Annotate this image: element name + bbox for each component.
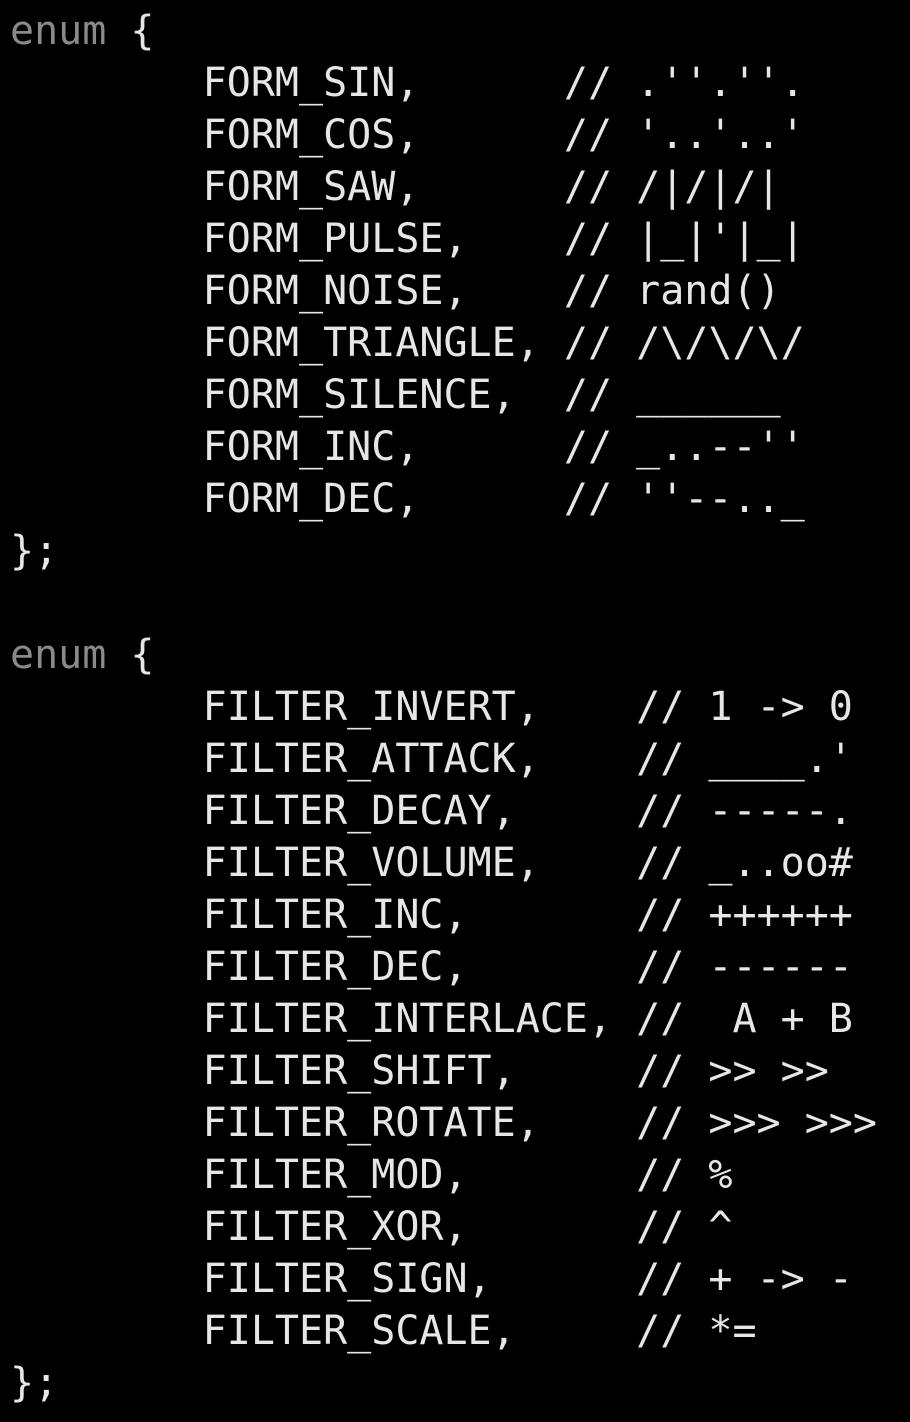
- code-line-filter-dec: FILTER_DEC, // ------: [10, 944, 853, 990]
- code-line-close-filter: };: [10, 1360, 59, 1406]
- code-line-filter-shift: FILTER_SHIFT, // >> >>: [10, 1048, 829, 1094]
- code-line-filter-xor: FILTER_XOR, // ^: [10, 1204, 733, 1250]
- code-line-filter-inc: FILTER_INC, // ++++++: [10, 892, 853, 938]
- code-line-filter-volume: FILTER_VOLUME, // _..oo#: [10, 840, 853, 886]
- code-editor[interactable]: enum { FORM_SIN, // .''.''. FORM_COS, //…: [0, 0, 910, 1422]
- code-line-form-saw: FORM_SAW, // /|/|/|: [10, 164, 781, 210]
- code-line-enum-form: enum {: [10, 5, 910, 57]
- code-line-filter-interlace: FILTER_INTERLACE, // A + B: [10, 996, 853, 1042]
- code-line-filter-mod: FILTER_MOD, // %: [10, 1152, 733, 1198]
- code-line-form-inc: FORM_INC, // _..--'': [10, 424, 805, 470]
- code-line-filter-attack: FILTER_ATTACK, // ____.': [10, 736, 853, 782]
- code-line-filter-rotate: FILTER_ROTATE, // >>> >>>: [10, 1100, 877, 1146]
- code-line-filter-sign: FILTER_SIGN, // + -> -: [10, 1256, 853, 1302]
- code-line-close-form: };: [10, 528, 59, 574]
- code-line-form-cos: FORM_COS, // '..'..': [10, 112, 805, 158]
- enum-keyword: enum: [10, 8, 107, 54]
- code-line-form-sin: FORM_SIN, // .''.''.: [10, 60, 805, 106]
- code-line-form-dec: FORM_DEC, // ''--.._: [10, 476, 805, 522]
- code-line-filter-scale: FILTER_SCALE, // *=: [10, 1308, 757, 1354]
- code-text: {: [106, 632, 155, 678]
- enum-keyword: enum: [10, 632, 107, 678]
- code-line-filter-invert: FILTER_INVERT, // 1 -> 0: [10, 684, 853, 730]
- code-line-form-noise: FORM_NOISE, // rand(): [10, 268, 781, 314]
- code-line-filter-decay: FILTER_DECAY, // -----.: [10, 788, 853, 834]
- code-line-form-pulse: FORM_PULSE, // |_|'|_|: [10, 216, 805, 262]
- code-line-form-triangle: FORM_TRIANGLE, // /\/\/\/: [10, 320, 805, 366]
- code-line-form-silence: FORM_SILENCE, // ______: [10, 372, 781, 418]
- code-line-enum-filter: enum {: [10, 629, 910, 681]
- code-text: {: [106, 8, 155, 54]
